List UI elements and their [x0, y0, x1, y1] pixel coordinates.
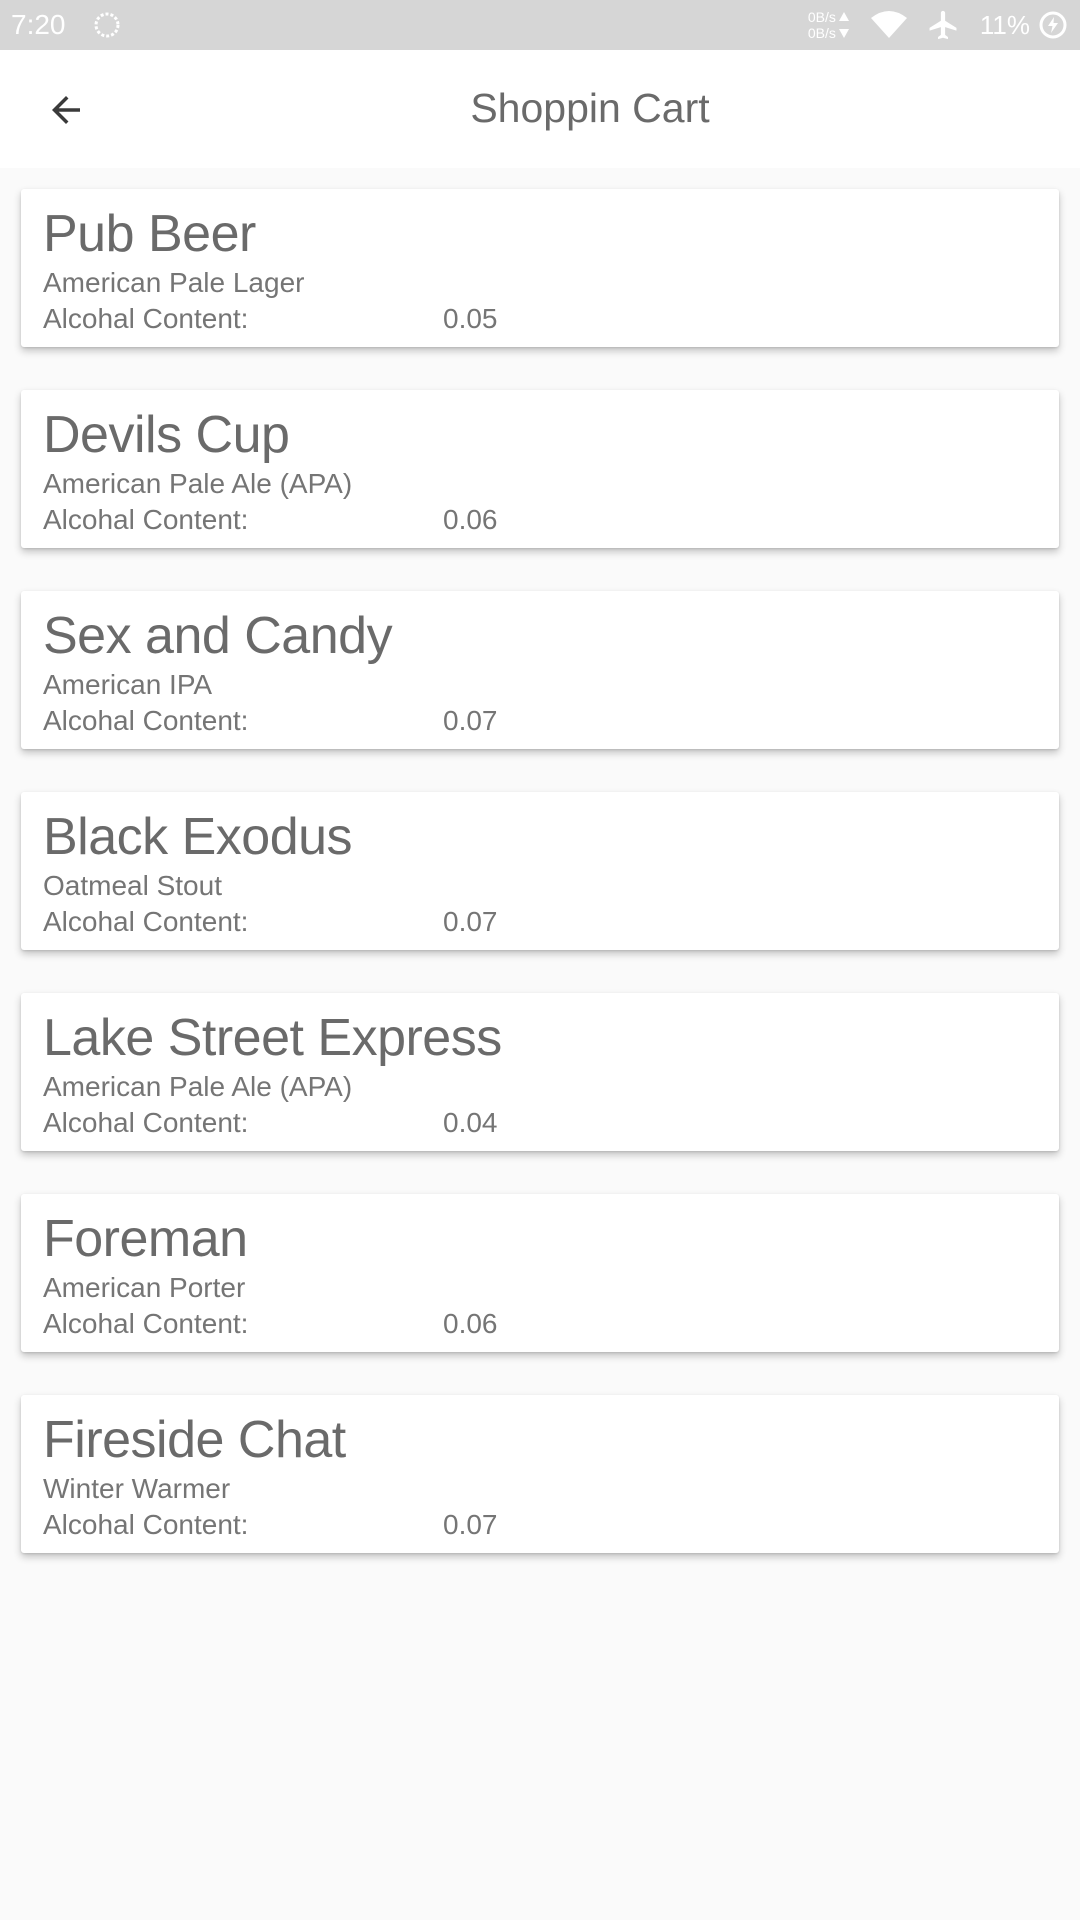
- beer-style: American Pale Ale (APA): [43, 468, 353, 499]
- alcohol-label: Alcohal Content:: [43, 1107, 249, 1138]
- beer-style: Oatmeal Stout: [43, 870, 222, 901]
- alcohol-label: Alcohal Content:: [43, 705, 249, 736]
- alcohol-label: Alcohal Content:: [43, 303, 249, 334]
- cart-item[interactable]: Lake Street Express American Pale Ale (A…: [21, 993, 1059, 1151]
- data-arrows-icon: [838, 12, 849, 38]
- beer-style: American Pale Lager: [43, 267, 305, 298]
- alcohol-value: 0.04: [443, 1107, 498, 1138]
- cart-item[interactable]: Black Exodus Oatmeal Stout Alcohal Conte…: [21, 792, 1059, 950]
- cart-item[interactable]: Foreman American Porter Alcohal Content:…: [21, 1194, 1059, 1352]
- beer-name: Sex and Candy: [43, 607, 393, 665]
- alcohol-value: 0.06: [443, 1308, 498, 1339]
- beer-name: Devils Cup: [43, 406, 290, 464]
- beer-name: Black Exodus: [43, 808, 353, 866]
- beer-name: Pub Beer: [43, 205, 256, 263]
- alcohol-value: 0.05: [443, 303, 498, 334]
- airplane-mode-icon: [929, 10, 957, 40]
- wifi-icon: [870, 11, 907, 38]
- beer-style: Winter Warmer: [43, 1473, 231, 1504]
- battery-percent: 11%: [979, 10, 1030, 40]
- alcohol-value: 0.07: [443, 906, 498, 937]
- net-up-speed: 0B/s: [807, 9, 836, 25]
- app-bar: Shoppin Cart: [0, 50, 1080, 168]
- network-speed: 0B/s 0B/s: [808, 9, 836, 41]
- cart-item[interactable]: Sex and Candy American IPA Alcohal Conte…: [21, 591, 1059, 749]
- beer-name: Lake Street Express: [43, 1009, 502, 1067]
- status-bar: 7:20 0B/s 0B/s 11%: [0, 0, 1080, 50]
- net-down-speed: 0B/s: [807, 25, 836, 41]
- status-icons: 0B/s 0B/s 11%: [808, 0, 1068, 50]
- beer-style: American Pale Ale (APA): [43, 1071, 353, 1102]
- battery-charging-icon: [1039, 11, 1067, 39]
- page-title: Shoppin Cart: [470, 85, 710, 131]
- alcohol-value: 0.07: [443, 1509, 498, 1540]
- beer-name: Foreman: [43, 1210, 248, 1268]
- cart-item[interactable]: Fireside Chat Winter Warmer Alcohal Cont…: [21, 1395, 1059, 1553]
- alcohol-label: Alcohal Content:: [43, 504, 249, 535]
- alcohol-label: Alcohal Content:: [43, 906, 249, 937]
- sync-circle-icon: [94, 12, 120, 38]
- cart-item[interactable]: Pub Beer American Pale Lager Alcohal Con…: [21, 189, 1059, 347]
- beer-style: American IPA: [43, 669, 213, 700]
- alcohol-label: Alcohal Content:: [43, 1308, 249, 1339]
- alcohol-value: 0.06: [443, 504, 498, 535]
- beer-style: American Porter: [43, 1272, 246, 1303]
- alcohol-value: 0.07: [443, 705, 498, 736]
- alcohol-label: Alcohal Content:: [43, 1509, 249, 1540]
- cart-item[interactable]: Devils Cup American Pale Ale (APA) Alcoh…: [21, 390, 1059, 548]
- status-time: 7:20: [11, 9, 66, 40]
- beer-name: Fireside Chat: [43, 1411, 346, 1469]
